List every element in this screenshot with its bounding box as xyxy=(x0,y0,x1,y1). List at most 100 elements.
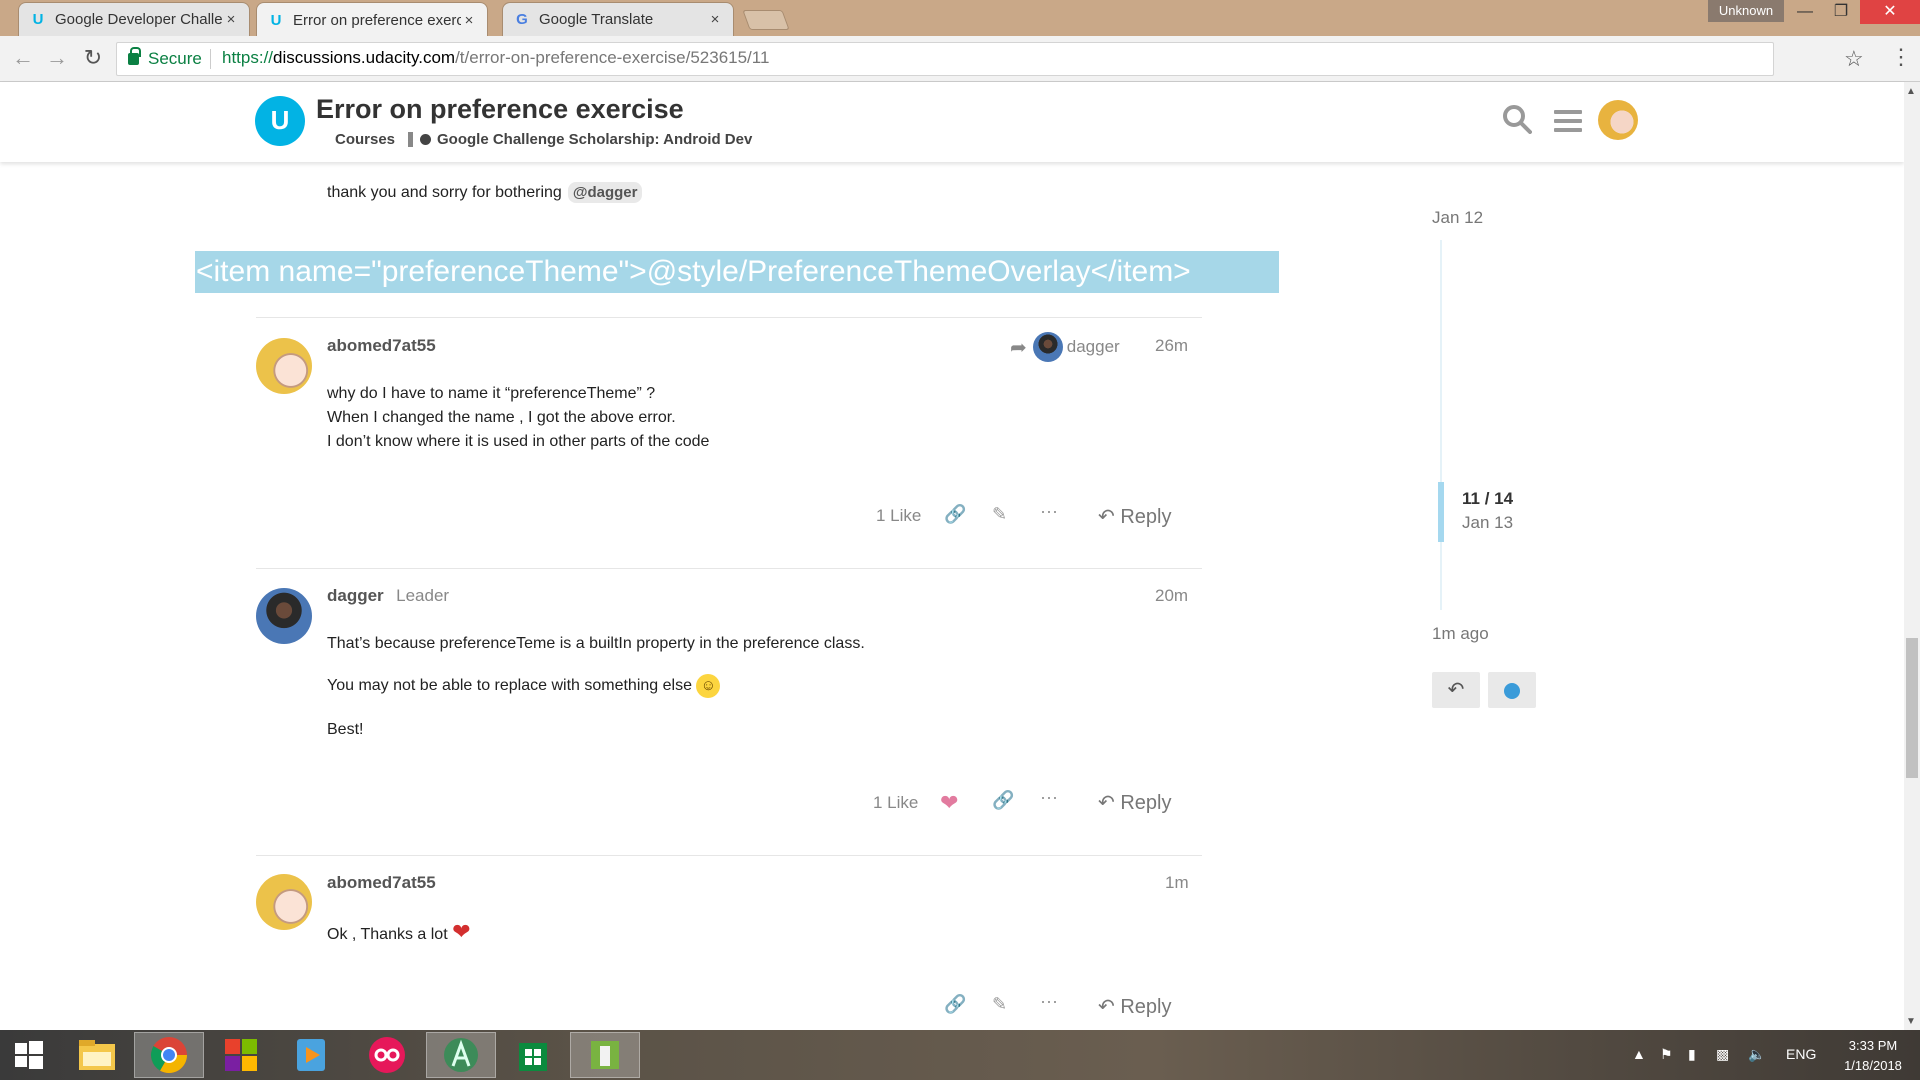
reply-to-username: dagger xyxy=(1066,337,1120,356)
edit-pencil-icon[interactable]: ✎ xyxy=(992,504,1007,525)
reply-button[interactable]: ↶ Reply xyxy=(1098,994,1171,1019)
edit-pencil-icon[interactable]: ✎ xyxy=(992,994,1007,1015)
reply-to-indicator[interactable]: ➦ dagger xyxy=(1010,332,1120,362)
post-avatar[interactable] xyxy=(256,338,312,394)
action-center-flag-icon[interactable]: ⚑ xyxy=(1660,1046,1673,1063)
forward-icon[interactable]: → xyxy=(42,45,72,71)
restore-icon[interactable]: ❐ xyxy=(1826,0,1856,24)
reply-button[interactable]: ↶ Reply xyxy=(1098,790,1171,815)
windows-start-icon[interactable] xyxy=(0,1032,58,1078)
secure-label: Secure xyxy=(148,49,202,68)
reload-icon[interactable]: ↻ xyxy=(78,45,108,71)
more-options-icon[interactable]: ⋯ xyxy=(1040,788,1058,809)
tab-google-translate[interactable]: G Google Translate × xyxy=(502,2,734,36)
scrollbar-thumb[interactable] xyxy=(1906,638,1918,778)
store-app-icon[interactable] xyxy=(498,1032,568,1078)
post-body: Ok , Thanks a lot ❤ xyxy=(327,920,471,947)
scroll-up-icon[interactable]: ▲ xyxy=(1906,86,1916,97)
notification-tracking-button[interactable] xyxy=(1488,672,1536,708)
more-options-icon[interactable]: ⋯ xyxy=(1040,992,1058,1013)
post-body: why do I have to name it “preferenceThem… xyxy=(327,382,709,454)
new-tab-button[interactable] xyxy=(742,10,790,30)
volume-icon[interactable]: 🔈 xyxy=(1748,1046,1765,1063)
battery-icon[interactable]: ▮ xyxy=(1688,1046,1696,1063)
post-body: That’s because preferenceTeme is a built… xyxy=(327,632,865,656)
post-time[interactable]: 1m xyxy=(1165,873,1189,893)
url-host: discussions.udacity.com xyxy=(273,48,456,67)
reply-arrow-icon: ➦ xyxy=(1010,336,1027,359)
secure-indicator[interactable]: Secure xyxy=(128,47,202,69)
close-icon[interactable]: × xyxy=(707,11,723,28)
back-icon[interactable]: ← xyxy=(8,45,38,71)
notes-app-icon[interactable] xyxy=(570,1032,640,1078)
post-username[interactable]: abomed7at55 xyxy=(327,336,436,356)
category-link[interactable]: Courses xyxy=(335,131,395,148)
network-signal-icon[interactable]: ▩ xyxy=(1716,1046,1729,1063)
reply-label: Reply xyxy=(1120,996,1172,1018)
timeline-start-date[interactable]: Jan 12 xyxy=(1432,208,1483,228)
udacity-logo[interactable]: U xyxy=(255,96,305,146)
timeline-end-label[interactable]: 1m ago xyxy=(1432,624,1489,644)
user-avatar[interactable] xyxy=(1598,100,1638,140)
link-icon[interactable]: 🔗 xyxy=(992,790,1014,811)
post-author: dagger Leader xyxy=(327,586,449,606)
close-icon[interactable]: × xyxy=(223,11,239,28)
like-count[interactable]: 1 Like xyxy=(876,506,921,526)
chrome-taskbar-icon[interactable] xyxy=(134,1032,204,1078)
taskbar-clock-time[interactable]: 3:33 PM xyxy=(1838,1038,1908,1053)
reply-icon: ↶ xyxy=(1098,792,1115,814)
link-icon[interactable]: 🔗 xyxy=(944,504,966,525)
hamburger-menu-icon[interactable] xyxy=(1554,110,1582,132)
reply-icon: ↶ xyxy=(1098,996,1115,1018)
post-username[interactable]: abomed7at55 xyxy=(327,873,436,893)
office-app-icon[interactable] xyxy=(206,1032,276,1078)
taskbar-clock-date[interactable]: 1/18/2018 xyxy=(1834,1058,1912,1073)
post-username[interactable]: dagger xyxy=(327,586,384,605)
profile-badge[interactable]: Unknown xyxy=(1708,0,1784,22)
media-player-icon[interactable] xyxy=(276,1032,346,1078)
close-icon[interactable]: × xyxy=(461,12,477,29)
url-text[interactable]: https://discussions.udacity.com/t/error-… xyxy=(222,48,769,68)
post-time[interactable]: 26m xyxy=(1155,336,1188,356)
subcategory-link[interactable]: Google Challenge Scholarship: Android De… xyxy=(437,131,752,148)
show-hidden-icons[interactable]: ▲ xyxy=(1632,1046,1646,1062)
scrollbar[interactable] xyxy=(1904,82,1920,1030)
timeline-track[interactable] xyxy=(1440,240,1442,610)
timeline-reply-button[interactable]: ↶ xyxy=(1432,672,1480,708)
search-icon[interactable] xyxy=(1502,104,1532,134)
link-icon[interactable]: 🔗 xyxy=(944,994,966,1015)
timeline-handle[interactable] xyxy=(1438,482,1444,542)
reply-button[interactable]: ↶ Reply xyxy=(1098,504,1171,529)
mention-link[interactable]: @dagger xyxy=(567,182,643,203)
scrobbler-app-icon[interactable] xyxy=(352,1032,422,1078)
liked-heart-icon[interactable]: ❤ xyxy=(940,790,958,816)
post-line: I don’t know where it is used in other p… xyxy=(327,433,710,450)
post-line: Ok , Thanks a lot xyxy=(327,926,448,943)
input-language[interactable]: ENG xyxy=(1786,1046,1816,1062)
slightly-smiling-face-icon: ☺ xyxy=(696,674,721,698)
tab-error-on-preference[interactable]: U Error on preference exerc × xyxy=(256,2,488,37)
post-line: When I changed the name , I got the abov… xyxy=(327,409,676,426)
scroll-down-icon[interactable]: ▼ xyxy=(1906,1016,1916,1027)
subcategory-badge xyxy=(420,134,431,145)
post-avatar[interactable] xyxy=(256,874,312,930)
like-count[interactable]: 1 Like xyxy=(873,793,918,813)
tab-google-developer-challenge[interactable]: U Google Developer Challe × xyxy=(18,2,250,36)
post-time[interactable]: 20m xyxy=(1155,586,1188,606)
file-explorer-icon[interactable] xyxy=(62,1032,132,1078)
post-avatar[interactable] xyxy=(256,588,312,644)
window-close-icon[interactable]: ✕ xyxy=(1860,0,1920,24)
timeline-position: 11 / 14 xyxy=(1462,489,1514,508)
post-divider xyxy=(256,855,1202,856)
selected-code-text: <item name="preferenceTheme">@style/Pref… xyxy=(195,251,1279,293)
minimize-icon[interactable]: — xyxy=(1790,0,1820,24)
category-badge xyxy=(408,132,413,147)
android-studio-icon[interactable] xyxy=(426,1032,496,1078)
topic-title[interactable]: Error on preference exercise xyxy=(316,94,684,125)
post-line: You may not be able to replace with some… xyxy=(327,677,692,695)
url-scheme: https:// xyxy=(222,48,274,67)
bookmark-star-icon[interactable]: ☆ xyxy=(1844,46,1864,72)
more-options-icon[interactable]: ⋯ xyxy=(1040,502,1058,523)
tab-label: Google Developer Challe xyxy=(55,11,223,28)
browser-menu-icon[interactable]: ⋮ xyxy=(1890,44,1912,70)
